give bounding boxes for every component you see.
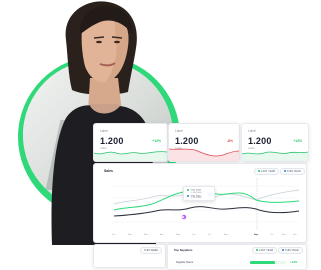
supplier-bar — [250, 261, 286, 264]
kpi-sparkline — [242, 151, 308, 161]
chart-tooltip: YOU 2023 1.034.0000 YOU 2022 1.234.0000 — [183, 186, 215, 201]
month-tick: Jun — [192, 234, 196, 236]
kpi-delta: +12% — [152, 139, 161, 143]
kpi-label: Label — [248, 129, 256, 133]
top-suppliers-title: Top Suppliers — [174, 248, 193, 252]
kpi-card-1: Label 1.200 Label +12% — [93, 123, 168, 162]
month-tick: Nov — [282, 234, 287, 236]
month-tick: Dec — [293, 234, 298, 236]
kpi-label: Label — [100, 129, 108, 133]
kpi-card-2: Label 1.200 Label -8% — [168, 123, 240, 162]
sales-line-chart: Jan Feb Mar Apr May Jun Jul Aug Sep Oct … — [112, 178, 300, 236]
filter-last-year[interactable]: LAST YEAR — [252, 247, 278, 254]
month-tick-active: Sep — [254, 234, 259, 236]
sales-chart-card: Sales LAST YEAR THIS YEAR Jan Feb Mar Ap… — [93, 163, 307, 243]
kpi-delta: -8% — [226, 139, 233, 143]
kpi-value: 1.200 — [248, 136, 272, 146]
kpi-delta: +12% — [293, 139, 302, 143]
filter-this-year[interactable]: THIS YEAR — [278, 247, 303, 254]
supplier-name: Supplier Name — [176, 261, 194, 264]
kpi-sparkline — [169, 148, 239, 161]
month-tick: Jan — [112, 234, 116, 236]
month-tick: Apr — [160, 233, 164, 236]
kpi-value: 1.200 — [100, 136, 124, 146]
kpi-card-3: Label 1.200 Label +12% — [241, 123, 309, 162]
month-tick: Jul — [208, 234, 211, 236]
month-tick: Feb — [128, 234, 133, 236]
bottom-left-card: THIS WEEK — [93, 244, 166, 268]
month-tick: Aug — [224, 233, 229, 236]
supplier-delta: +12% — [290, 260, 298, 264]
top-suppliers-card: Top Suppliers LAST YEAR THIS YEAR Suppli… — [167, 244, 307, 270]
kpi-sparkline — [94, 151, 167, 161]
filter-this-week[interactable]: THIS WEEK — [140, 247, 163, 254]
kpi-label: Label — [175, 129, 183, 133]
month-tick: Mar — [144, 233, 148, 236]
month-tick: Oct — [270, 233, 274, 236]
month-tick: May — [176, 234, 181, 236]
